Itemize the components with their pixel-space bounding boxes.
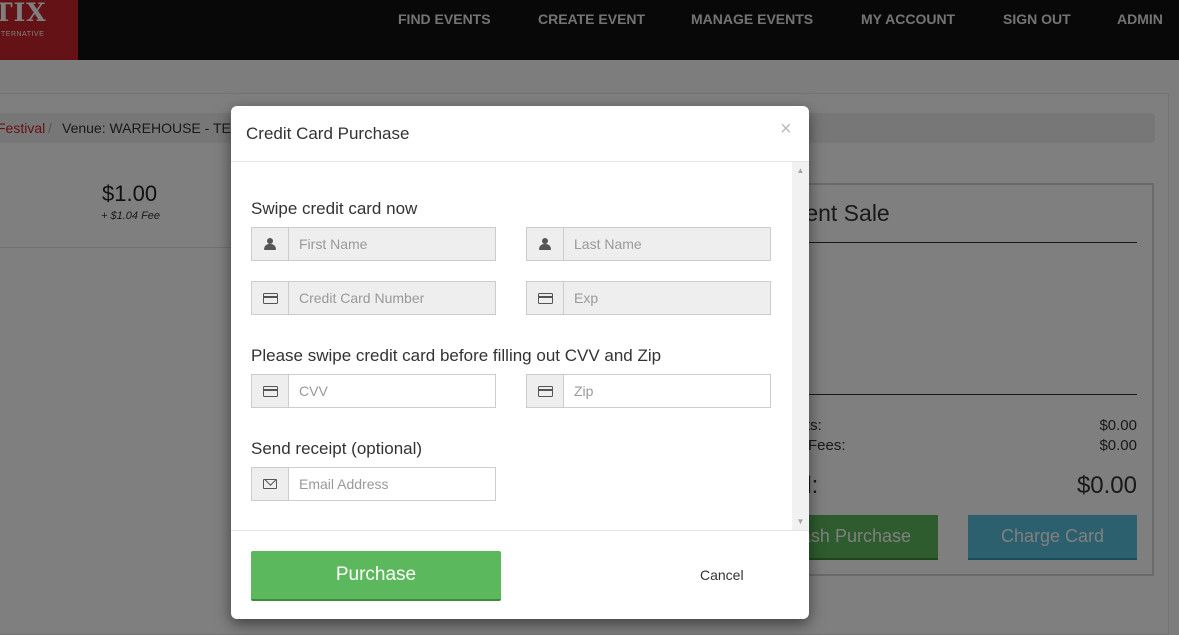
card-number-group [251,281,496,315]
credit-card-icon [262,292,278,304]
user-icon [264,238,276,250]
email-input[interactable] [290,468,495,500]
modal-footer: Purchase Cancel [231,530,809,619]
send-receipt-label: Send receipt (optional) [251,439,423,458]
modal-title: Credit Card Purchase [246,124,410,143]
swipe-before-cvv-label: Please swipe credit card before filling … [251,346,662,365]
scroll-down-arrow-icon[interactable]: ▼ [792,513,809,530]
card-number-input[interactable] [290,282,495,314]
cvv-input[interactable] [290,375,495,407]
swipe-card-label: Swipe credit card now [251,199,418,218]
user-icon [539,238,551,250]
scroll-up-arrow-icon[interactable]: ▲ [792,162,809,179]
cvv-group [251,374,496,408]
last-name-input[interactable] [565,228,770,260]
close-icon[interactable]: × [780,119,792,139]
zip-input[interactable] [565,375,770,407]
modal-body: Swipe credit card now Please swip [231,162,809,530]
modal-header: Credit Card Purchase × [231,106,809,162]
last-name-group [526,227,771,261]
exp-addon [527,282,564,314]
zip-addon [527,375,564,407]
credit-card-icon [537,292,553,304]
email-group [251,467,496,501]
cvv-addon [252,375,289,407]
email-addon [252,468,289,500]
cancel-button[interactable]: Cancel [700,567,744,583]
card-number-addon [252,282,289,314]
first-name-addon [252,228,289,260]
purchase-button[interactable]: Purchase [251,551,501,601]
scroll-thumb[interactable] [795,179,806,513]
exp-group [526,281,771,315]
first-name-input[interactable] [290,228,495,260]
modal-scrollbar[interactable]: ▲ ▼ [792,162,809,530]
envelope-icon [263,479,277,489]
zip-group [526,374,771,408]
exp-input[interactable] [565,282,770,314]
last-name-addon [527,228,564,260]
credit-card-purchase-modal: Credit Card Purchase × Swipe credit card… [231,106,809,619]
credit-card-icon [262,385,278,397]
credit-card-icon [537,385,553,397]
first-name-group [251,227,496,261]
